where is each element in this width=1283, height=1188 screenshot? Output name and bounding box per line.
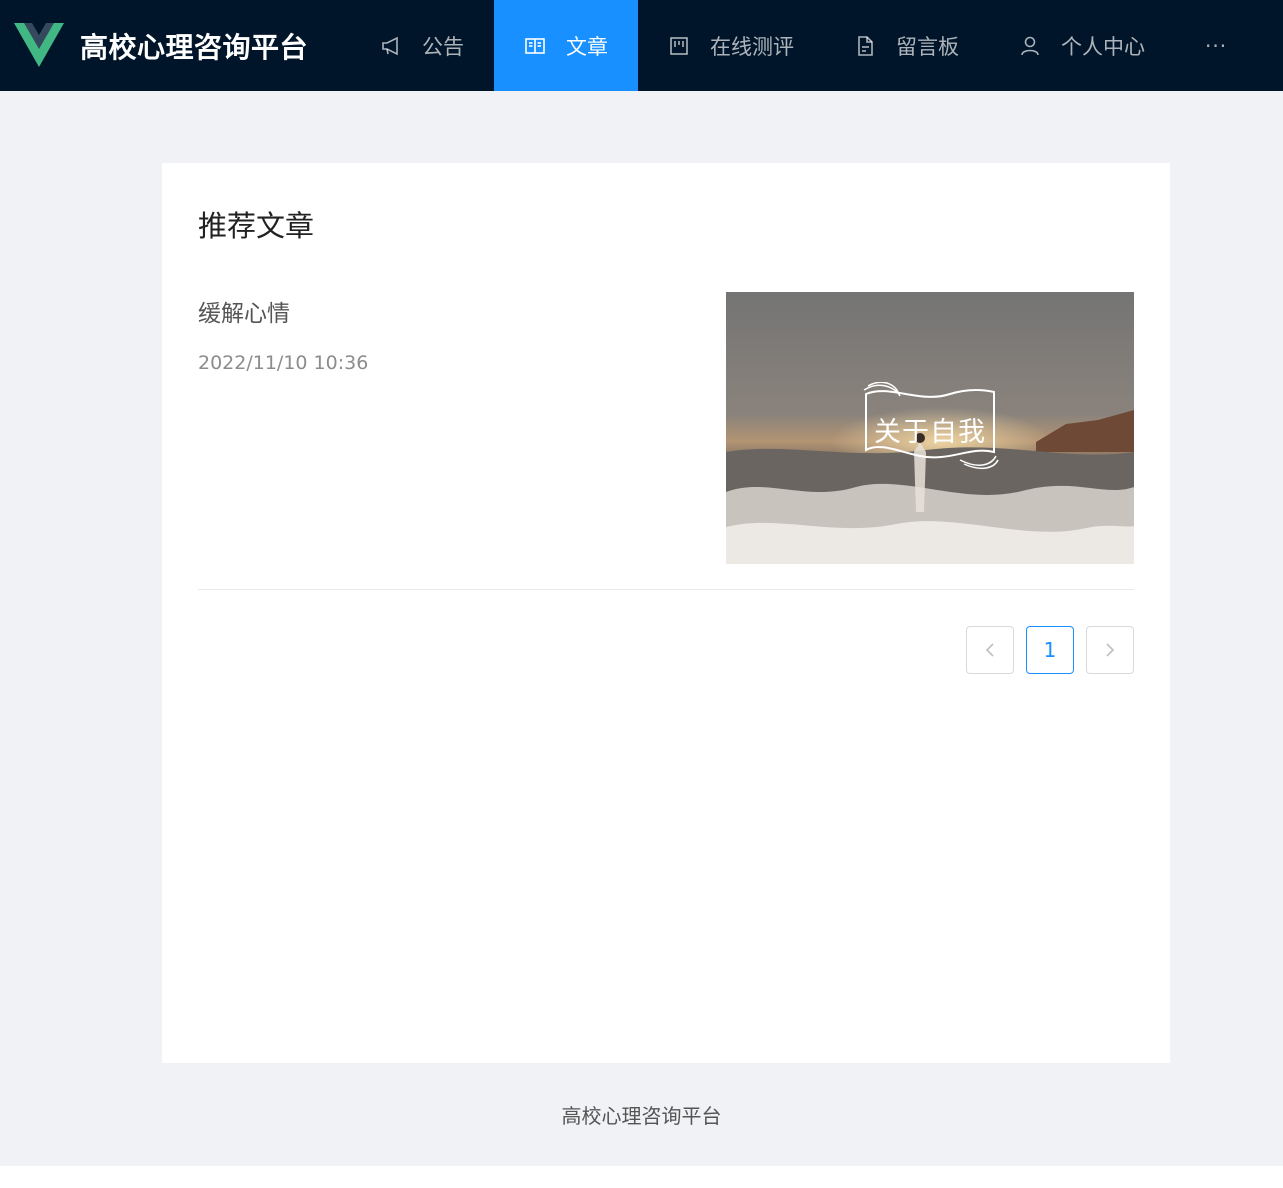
top-navbar: 高校心理咨询平台 公告 文章 在线测评 留言板 个人中心 ···	[0, 0, 1283, 91]
nav-more-ellipsis-icon[interactable]: ···	[1175, 0, 1267, 91]
section-title: 推荐文章	[198, 209, 315, 243]
nav-label-articles: 文章	[566, 34, 608, 59]
chevron-left-icon	[985, 643, 994, 657]
list-item[interactable]: 缓解心情 2022/11/10 10:36 关于自我	[198, 292, 1134, 590]
bottom-strip	[0, 1166, 1283, 1188]
article-card: 推荐文章 缓解心情 2022/11/10 10:36 关于自我 1	[162, 163, 1170, 1063]
book-icon	[524, 35, 546, 57]
board-icon	[668, 35, 690, 57]
brand-title: 高校心理咨询平台	[80, 30, 309, 64]
next-page-button[interactable]	[1086, 626, 1134, 674]
nav-label-assessment: 在线测评	[710, 34, 794, 59]
thumbnail-caption: 关于自我	[874, 417, 986, 448]
vue-logo-icon	[14, 23, 64, 67]
nav-label-announcement: 公告	[422, 34, 464, 59]
nav-item-articles[interactable]: 文章	[494, 0, 638, 91]
chevron-right-icon	[1106, 643, 1115, 657]
megaphone-icon	[380, 35, 402, 57]
nav-label-message-board: 留言板	[896, 34, 959, 59]
footer-text: 高校心理咨询平台	[561, 1104, 722, 1128]
nav-item-message-board[interactable]: 留言板	[824, 0, 989, 91]
prev-page-button[interactable]	[966, 626, 1014, 674]
main-nav: 公告 文章 在线测评 留言板 个人中心 ···	[350, 0, 1267, 91]
pagination: 1	[966, 626, 1134, 674]
nav-label-profile: 个人中心	[1061, 34, 1145, 59]
nav-item-announcement[interactable]: 公告	[350, 0, 494, 91]
nav-item-profile[interactable]: 个人中心	[989, 0, 1175, 91]
brand[interactable]: 高校心理咨询平台	[0, 0, 350, 91]
document-icon	[854, 35, 876, 57]
footer: 高校心理咨询平台	[0, 1063, 1283, 1166]
nav-item-assessment[interactable]: 在线测评	[638, 0, 824, 91]
user-icon	[1019, 35, 1041, 57]
article-date: 2022/11/10 10:36	[198, 352, 369, 374]
article-thumbnail[interactable]: 关于自我	[726, 292, 1134, 564]
page-button-1[interactable]: 1	[1026, 626, 1074, 674]
article-title[interactable]: 缓解心情	[198, 294, 290, 328]
